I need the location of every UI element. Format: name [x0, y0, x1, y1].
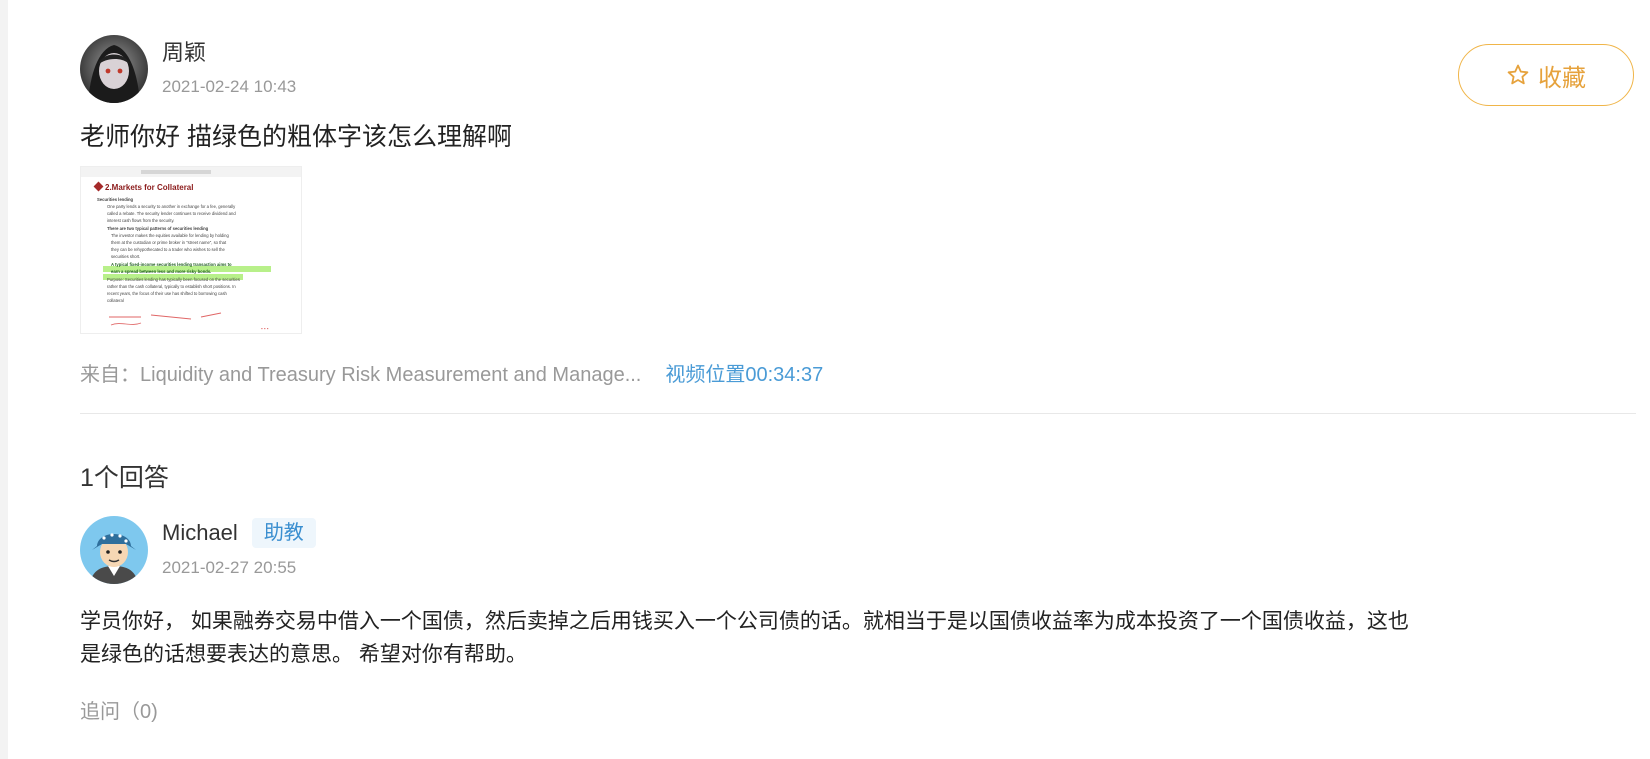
svg-text:▪ ▪ ▪: ▪ ▪ ▪ [261, 326, 269, 331]
thumbnail-line: A typical fixed-income securities lendin… [111, 262, 232, 267]
favorite-button[interactable]: 收藏 [1458, 44, 1634, 106]
thumbnail-line: securities short. [111, 254, 140, 259]
teaching-assistant-badge: 助教 [251, 518, 316, 548]
thumbnail-line: The investor makes the equities availabl… [111, 233, 229, 238]
answers-count: 1个回答 [80, 464, 169, 492]
answerer-avatar[interactable] [80, 516, 148, 584]
thumbnail-line: called a rebate. The security lender con… [107, 211, 236, 216]
attachment-thumbnail[interactable]: 2.Markets for Collateral Securities lend… [80, 166, 302, 334]
answer-time: 2021-02-27 20:55 [162, 558, 297, 577]
thumbnail-line: rather than the cash collateral, typical… [107, 284, 236, 289]
follow-up-link[interactable]: 追问（0) [80, 695, 158, 724]
left-edge-strip [0, 0, 8, 759]
thumbnail-title: 2.Markets for Collateral [105, 183, 193, 192]
divider [80, 413, 1636, 414]
thumbnail-line: them at the custodian or prime broker in… [111, 240, 227, 245]
avatar[interactable] [80, 35, 148, 103]
thumbnail-line: Purpose: Securities lending has typicall… [107, 277, 240, 282]
thumbnail-image: 2.Markets for Collateral Securities lend… [81, 167, 301, 331]
thumbnail-line: collateral [107, 298, 124, 303]
source-course-link[interactable]: 来自：Liquidity and Treasury Risk Measureme… [80, 358, 641, 387]
thumbnail-line: recent years, the focus of their use has… [107, 291, 228, 296]
answer-text: 学员你好， 如果融券交易中借入一个国债，然后卖掉之后用钱买入一个公司债的话。就相… [80, 610, 1409, 666]
star-icon [1507, 64, 1529, 85]
thumbnail-line: Securities lending [97, 197, 134, 202]
video-position-link[interactable]: 视频位置00:34:37 [665, 358, 823, 387]
thumbnail-line: they can be rehypothecated to a trader w… [111, 247, 226, 252]
thumbnail-line: One party lends a security to another in… [107, 204, 236, 209]
answer-header: Michael 助教 2021-02-27 20:55 [80, 516, 316, 584]
question-text: 老师你好 描绿色的粗体字该怎么理解啊 [80, 123, 512, 151]
thumbnail-line: There are two typical patterns of securi… [107, 226, 209, 231]
source-line: 来自：Liquidity and Treasury Risk Measureme… [80, 358, 823, 387]
post-time: 2021-02-24 10:43 [162, 77, 297, 96]
thumbnail-line: earn a spread between less and more risk… [111, 269, 211, 274]
author-name[interactable]: 周颖 [162, 39, 296, 67]
answerer-name[interactable]: Michael [162, 519, 238, 547]
question-header: 周颖 2021-02-24 10:43 [80, 35, 296, 103]
favorite-label: 收藏 [1538, 64, 1586, 92]
thumbnail-line: interest cash flows from the security. [107, 218, 174, 223]
